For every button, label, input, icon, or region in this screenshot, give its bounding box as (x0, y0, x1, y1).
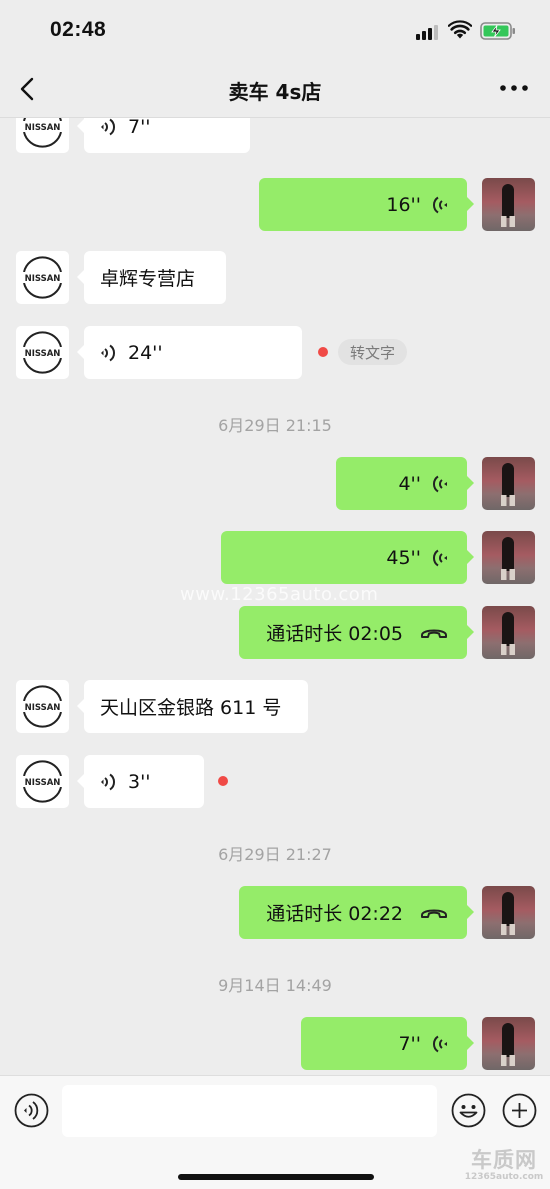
transcribe-label: 转文字 (350, 343, 396, 362)
status-time: 02:48 (50, 18, 107, 41)
more-options-icon[interactable] (499, 82, 529, 94)
nav-bar: 卖车 4s店 (0, 60, 550, 118)
voice-duration: 4'' (398, 472, 421, 495)
voice-wave-icon (432, 549, 447, 566)
call-record-bubble[interactable]: 通话时长 02:22 (239, 886, 474, 939)
voice-wave-icon (101, 773, 116, 790)
contact-avatar[interactable]: NISSAN (16, 326, 69, 379)
brand-watermark-main: 车质网 (471, 1148, 537, 1172)
phone-hangup-icon (421, 909, 447, 918)
my-avatar[interactable] (482, 178, 535, 231)
brand-watermark-sub: 12365auto.com (464, 1172, 544, 1182)
voice-wave-icon (432, 475, 447, 492)
voice-wave-icon (101, 118, 116, 135)
contact-avatar[interactable]: NISSAN (16, 680, 69, 733)
nissan-logo-icon: NISSAN (19, 256, 66, 299)
voice-message-bubble[interactable]: 3'' (77, 755, 204, 808)
timestamp: 6月29日 21:15 (218, 416, 332, 435)
phone-hangup-icon (421, 629, 447, 638)
my-avatar[interactable] (482, 457, 535, 510)
message-input[interactable] (62, 1085, 437, 1137)
input-bar: 车质网 12365auto.com (0, 1075, 550, 1189)
voice-duration: 24'' (128, 341, 163, 364)
message-text: 天山区金银路 611 号 (100, 697, 282, 719)
voice-wave-icon (101, 344, 116, 361)
svg-text:NISSAN: NISSAN (25, 123, 61, 133)
watermark-text: www.12365auto.com (180, 584, 379, 605)
voice-message-bubble[interactable]: 4'' (336, 457, 474, 510)
my-avatar[interactable] (482, 606, 535, 659)
emoji-icon[interactable] (451, 1093, 486, 1128)
transcribe-button[interactable]: 转文字 (338, 339, 408, 365)
chat-title: 卖车 4s店 (228, 80, 322, 104)
voice-message-bubble[interactable]: 45'' (221, 531, 474, 584)
voice-message-bubble[interactable]: 16'' (259, 178, 474, 231)
call-record-bubble[interactable]: 通话时长 02:05 (239, 606, 474, 659)
nissan-logo-icon: NISSAN (19, 331, 66, 374)
voice-wave-icon (432, 196, 447, 213)
svg-text:NISSAN: NISSAN (25, 703, 61, 713)
timestamp: 9月14日 14:49 (218, 976, 332, 995)
chat-messages[interactable]: NISSAN 7'' 16'' NISSAN 卓辉专营店 NISSAN 24''… (0, 118, 550, 1075)
brand-watermark: 车质网 12365auto.com (461, 1150, 547, 1182)
unread-dot (318, 347, 328, 357)
voice-message-bubble[interactable]: 24'' (77, 326, 302, 379)
wifi-icon (448, 20, 472, 39)
voice-message-bubble[interactable]: 7'' (301, 1017, 474, 1070)
svg-text:NISSAN: NISSAN (25, 274, 61, 284)
my-avatar[interactable] (482, 886, 535, 939)
nissan-logo-icon: NISSAN (19, 118, 66, 148)
add-more-icon[interactable] (502, 1093, 537, 1128)
voice-message-bubble[interactable]: 7'' (77, 118, 250, 153)
voice-input-toggle-icon[interactable] (14, 1093, 49, 1128)
contact-avatar[interactable]: NISSAN (16, 118, 69, 153)
my-avatar[interactable] (482, 531, 535, 584)
svg-text:NISSAN: NISSAN (25, 349, 61, 359)
call-duration-text: 通话时长 02:05 (266, 623, 403, 645)
cellular-signal-icon (416, 24, 442, 40)
voice-duration: 7'' (398, 1032, 421, 1055)
timestamp: 6月29日 21:27 (218, 845, 332, 864)
unread-dot (218, 776, 228, 786)
voice-duration: 16'' (386, 193, 421, 216)
voice-wave-icon (432, 1035, 447, 1052)
my-avatar[interactable] (482, 1017, 535, 1070)
nissan-logo-icon: NISSAN (19, 685, 66, 728)
message-text: 卓辉专营店 (100, 268, 196, 290)
call-duration-text: 通话时长 02:22 (266, 903, 403, 925)
text-message-bubble[interactable]: 卓辉专营店 (77, 251, 226, 304)
voice-duration: 3'' (128, 770, 151, 793)
home-indicator (178, 1174, 374, 1180)
status-bar: 02:48 (0, 0, 550, 60)
voice-duration: 45'' (386, 546, 421, 569)
nissan-logo-icon: NISSAN (19, 760, 66, 803)
text-message-bubble[interactable]: 天山区金银路 611 号 (77, 680, 308, 733)
contact-avatar[interactable]: NISSAN (16, 251, 69, 304)
contact-avatar[interactable]: NISSAN (16, 755, 69, 808)
battery-charging-icon (480, 22, 515, 40)
svg-text:NISSAN: NISSAN (25, 778, 61, 788)
voice-duration: 7'' (128, 118, 151, 138)
